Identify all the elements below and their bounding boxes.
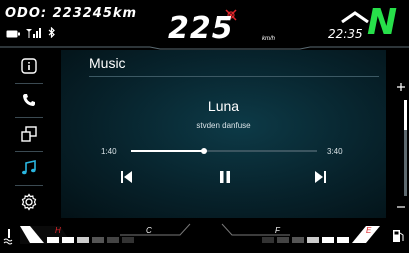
volume-thumb[interactable] [404, 100, 407, 130]
info-icon [21, 58, 37, 74]
music-note-icon [22, 160, 36, 175]
temp-low-label: C [146, 226, 152, 235]
play-pause-button[interactable] [219, 170, 231, 189]
progress-bar[interactable] [131, 148, 317, 154]
sidebar-item-screen-mirror[interactable] [11, 118, 47, 150]
signal-icon [26, 25, 42, 43]
fuel-gauge-segment [337, 237, 349, 243]
status-icons [6, 25, 56, 43]
track-title: Luna [207, 98, 240, 114]
fuel-full-label: F [275, 226, 281, 235]
fuel-gauge-segment [277, 237, 289, 243]
title-divider [89, 76, 379, 77]
temp-gauge-segment [77, 237, 89, 243]
fuel-pump-icon [393, 230, 404, 242]
skip-previous-icon [121, 171, 132, 183]
gear-indicator: N [367, 2, 398, 43]
coolant-temp-icon [3, 229, 13, 245]
screen-mirror-icon [21, 126, 37, 142]
odometer: ODO: 223245km [5, 6, 137, 21]
temp-gauge-segment [47, 237, 59, 243]
sidebar-item-music[interactable] [11, 152, 47, 184]
fuel-gauge-segment [322, 237, 334, 243]
phone-icon [23, 94, 35, 106]
next-track-button[interactable] [314, 170, 326, 189]
fuel-empty-label: E [366, 226, 372, 235]
sidebar-item-phone[interactable] [11, 84, 47, 116]
chevron-up-icon [340, 10, 370, 28]
odometer-value: 223245km [52, 6, 138, 21]
temp-gauge-segment [122, 237, 134, 243]
progress-knob[interactable] [200, 148, 207, 154]
bottom-gauges: H C F E [0, 218, 409, 248]
total-time: 3:40 [327, 147, 343, 156]
temp-gauge-line [120, 223, 191, 236]
fuel-gauge-segment [262, 237, 274, 243]
odometer-label: ODO: [5, 6, 48, 21]
previous-track-button[interactable] [121, 170, 133, 189]
temp-gauge-segment [92, 237, 104, 243]
fuel-gauge-segment [292, 237, 304, 243]
temp-gauge-segment [107, 237, 119, 243]
temp-gauge-segment [62, 237, 74, 243]
gear-icon [21, 193, 37, 211]
sidebar-item-settings[interactable] [11, 186, 47, 218]
clock: 22:35 [328, 27, 363, 41]
progress-fill [131, 150, 204, 152]
volume-slider[interactable] [394, 80, 408, 220]
pause-icon [220, 171, 230, 183]
elapsed-time: 1:40 [101, 147, 117, 156]
sidebar-item-info[interactable] [11, 50, 47, 82]
plus-icon[interactable] [397, 83, 405, 91]
top-bar: ODO: 223245km 225 km/h 22:35 N [0, 0, 409, 50]
music-panel: Music Luna stvden danfuse 1:40 3:40 [61, 50, 386, 218]
panel-title: Music [89, 55, 126, 71]
speed-readout: 225 [168, 11, 234, 46]
temp-high-label: H [55, 226, 61, 235]
fuel-gauge-segment [307, 237, 319, 243]
sidebar [11, 50, 47, 218]
speed-unit: km/h [262, 36, 276, 42]
track-artist: stvden danfuse [196, 121, 251, 130]
battery-icon [6, 25, 20, 43]
skip-next-icon [315, 171, 326, 183]
bluetooth-icon [48, 25, 56, 43]
